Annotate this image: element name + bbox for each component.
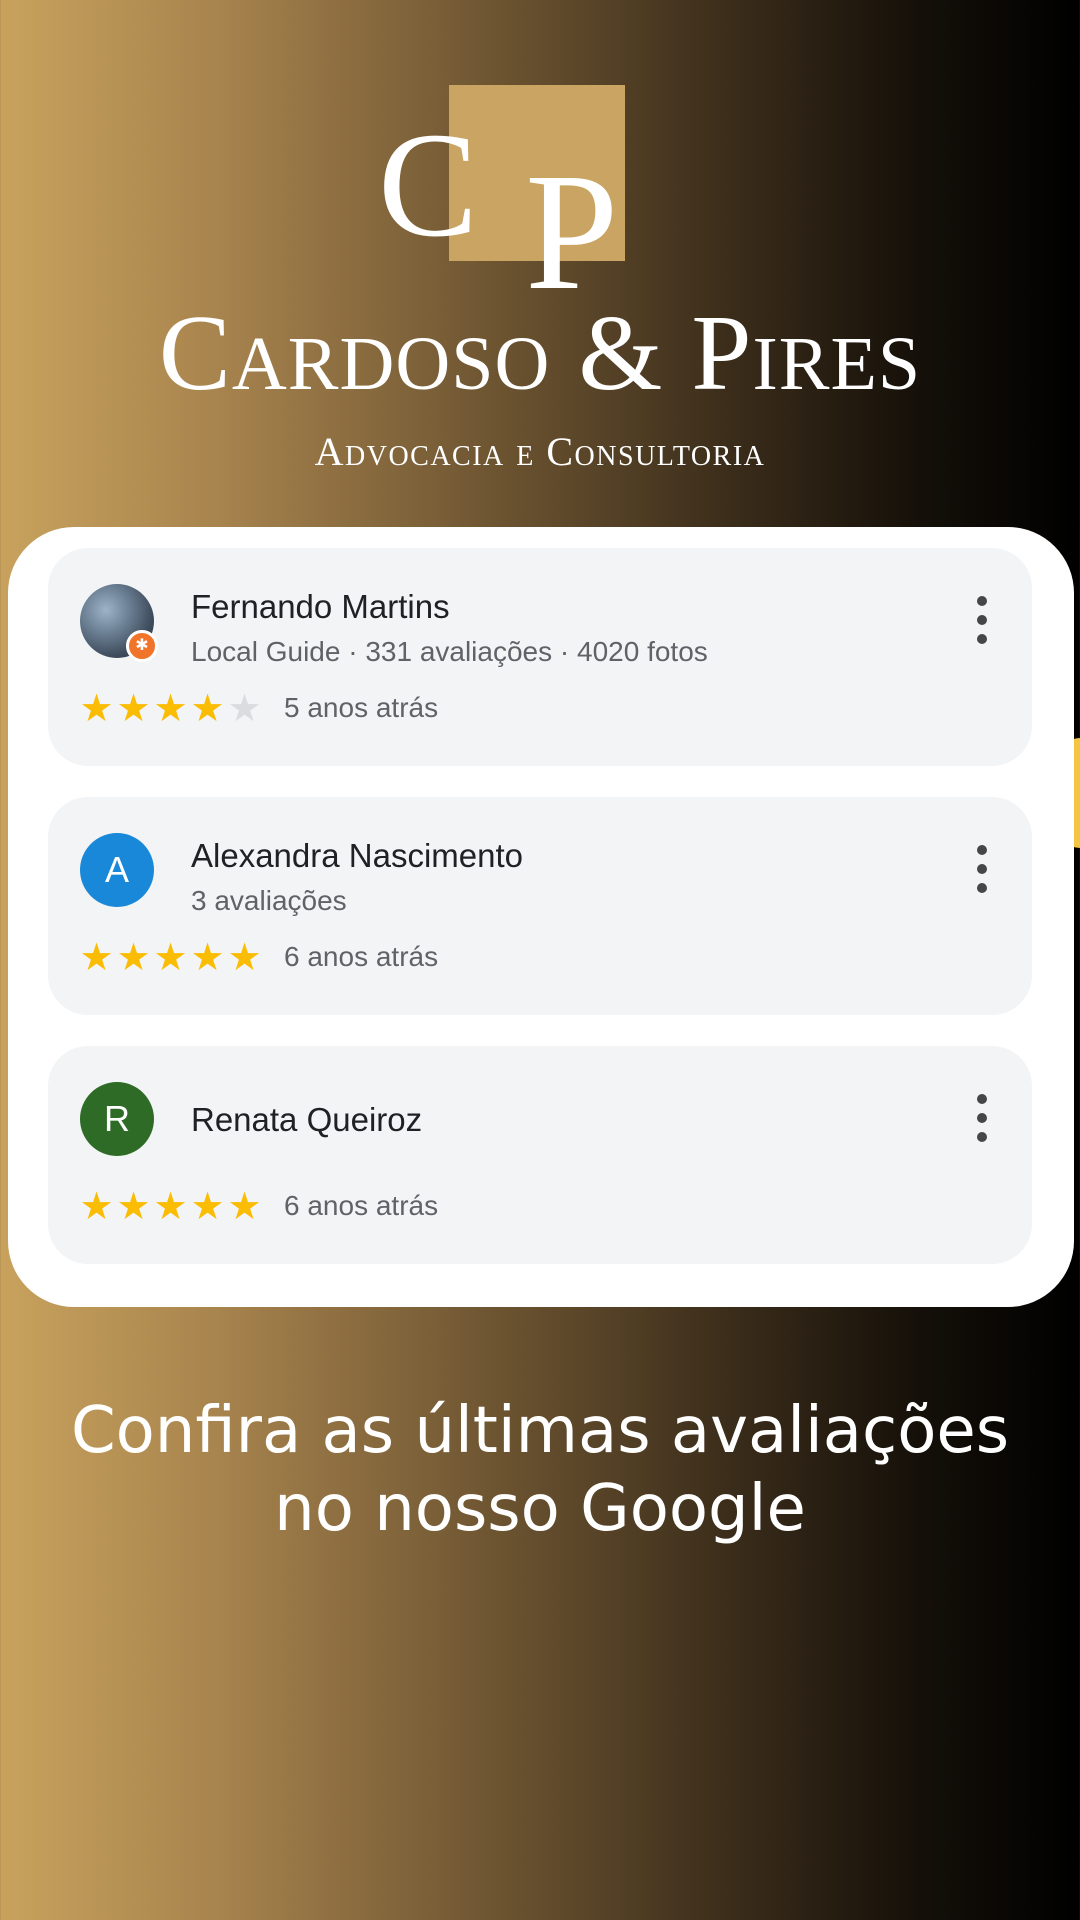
star-icon: ★ [116, 1186, 151, 1228]
star-icon: ★ [153, 688, 188, 730]
reviews-panel: ✱ Fernando Martins Local Guide · 331 ava… [8, 527, 1074, 1307]
reviewer-name[interactable]: Renata Queiroz [191, 1103, 422, 1136]
avatar[interactable]: ✱ [80, 584, 158, 662]
call-to-action: Confira as últimas avaliações no nosso G… [0, 1392, 1080, 1548]
avatar[interactable]: A [80, 833, 154, 907]
star-icon: ★ [153, 937, 188, 979]
reviewer-name[interactable]: Fernando Martins [191, 590, 450, 623]
local-guide-badge-icon: ✱ [126, 630, 158, 662]
star-icon: ★ [227, 1186, 262, 1228]
star-icon: ★ [79, 937, 114, 979]
more-options-icon[interactable] [972, 845, 992, 893]
more-options-icon[interactable] [972, 1094, 992, 1142]
star-rating: ★ ★ ★ ★ ★ [78, 1188, 263, 1226]
review-date: 5 anos atrás [284, 692, 439, 723]
star-icon: ★ [227, 937, 262, 979]
star-icon: ★ [116, 937, 151, 979]
reviewer-meta: Local Guide · 331 avaliações · 4020 foto… [191, 636, 708, 667]
star-empty-icon: ★ [227, 688, 262, 730]
more-options-icon[interactable] [972, 596, 992, 644]
review-card: ✱ Fernando Martins Local Guide · 331 ava… [48, 548, 1032, 766]
star-rating: ★ ★ ★ ★ ★ [78, 939, 263, 977]
star-icon: ★ [190, 1186, 225, 1228]
star-icon: ★ [190, 937, 225, 979]
cta-line-2: no nosso Google [274, 1472, 806, 1546]
star-rating: ★ ★ ★ ★ ★ [78, 690, 263, 728]
review-card: R Renata Queiroz ★ ★ ★ ★ ★ 6 anos atrás [48, 1046, 1032, 1264]
brand-tagline: Advocacia e Consultoria [314, 429, 766, 474]
avatar[interactable]: R [80, 1082, 154, 1156]
review-card: A Alexandra Nascimento 3 avaliações ★ ★ … [48, 797, 1032, 1015]
star-icon: ★ [116, 688, 151, 730]
star-icon: ★ [190, 688, 225, 730]
reviewer-meta: 3 avaliações [191, 885, 347, 916]
logo-letter-p: P [525, 139, 619, 325]
brand-name: Cardoso & Pires [158, 294, 922, 413]
reviewer-name[interactable]: Alexandra Nascimento [191, 839, 523, 872]
star-icon: ★ [79, 1186, 114, 1228]
cta-line-1: Confira as últimas avaliações [70, 1394, 1010, 1468]
star-icon: ★ [153, 1186, 188, 1228]
review-date: 6 anos atrás [284, 941, 439, 972]
logo-letter-c: C [378, 102, 479, 268]
star-icon: ★ [79, 688, 114, 730]
brand-logo: C P Cardoso & Pires Advocacia e Consulto… [0, 0, 1080, 500]
review-date: 6 anos atrás [284, 1190, 439, 1221]
